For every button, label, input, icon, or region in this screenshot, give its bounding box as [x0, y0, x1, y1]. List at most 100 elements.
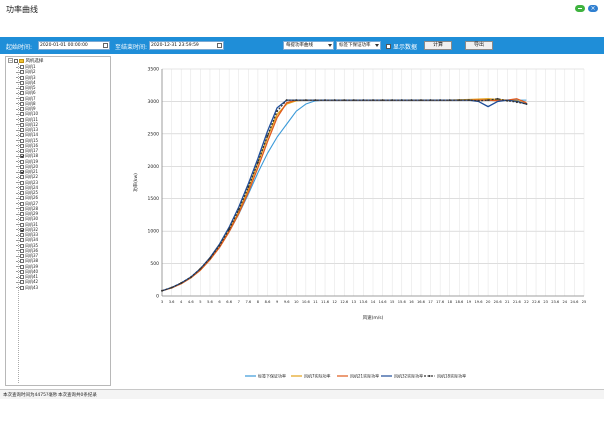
x-tick-label: 20 — [486, 300, 491, 304]
turbine-label: 风机19 — [25, 158, 39, 164]
x-tick-label: 10.6 — [302, 300, 311, 304]
tree-item-turbine[interactable]: 风机23 — [16, 180, 38, 185]
turbine-checkbox[interactable] — [20, 285, 24, 290]
tree-item-turbine[interactable]: 风机40 — [16, 269, 38, 274]
close-button[interactable]: × — [588, 5, 598, 12]
turbine-label: 风机32 — [25, 226, 39, 232]
tree-item-turbine[interactable]: 风机31 — [16, 222, 38, 227]
series-point — [352, 99, 355, 102]
tree-item-turbine[interactable]: 风机20 — [16, 164, 38, 169]
tree-item-turbine[interactable]: 风机32 — [16, 227, 38, 232]
export-button[interactable]: 导出 — [465, 41, 493, 50]
baseline-curve-select[interactable]: 标签下保证功率 — [336, 41, 381, 50]
tree-item-turbine[interactable]: 风机27 — [16, 201, 38, 206]
turbine-label: 风机12 — [25, 121, 39, 127]
turbine-label: 风机26 — [25, 195, 39, 201]
show-data-checkbox[interactable] — [386, 44, 391, 49]
series-point — [199, 267, 202, 270]
turbine-label: 风机39 — [25, 263, 39, 269]
tree-item-turbine[interactable]: 风机2 — [16, 69, 36, 75]
x-tick-label: 3.6 — [169, 300, 175, 304]
tree-item-turbine[interactable]: 风机22 — [16, 174, 38, 180]
turbine-label: 风机2 — [25, 69, 36, 75]
tree-item-turbine[interactable]: 风机26 — [16, 195, 39, 201]
series-point — [170, 286, 173, 289]
tree-item-turbine[interactable]: 风机43 — [16, 285, 38, 290]
tree-item-turbine[interactable]: 风机38 — [16, 258, 39, 264]
turbine-label: 风机43 — [25, 284, 39, 290]
tree-item-turbine[interactable]: 风机10 — [16, 111, 38, 117]
y-tick-label: 2000 — [148, 164, 160, 170]
tree-item-turbine[interactable]: 风机16 — [16, 143, 38, 148]
x-tick-label: 6.6 — [226, 300, 232, 304]
start-time-label: 起始时间: — [6, 44, 33, 51]
y-tick-label: 1500 — [148, 196, 160, 202]
x-tick-label: 8.6 — [265, 300, 271, 304]
turbine-label: 风机36 — [25, 247, 39, 253]
minimize-button[interactable] — [575, 5, 585, 12]
tree-item-turbine[interactable]: 风机34 — [16, 237, 38, 243]
series-point — [525, 103, 528, 106]
x-tick-label: 17.6 — [436, 300, 445, 304]
x-tick-label: 5.6 — [207, 300, 213, 304]
tree-item-turbine[interactable]: 风机28 — [16, 206, 38, 211]
turbine-label: 风机4 — [25, 79, 36, 85]
series-point — [467, 99, 470, 102]
x-tick-label: 23.6 — [551, 300, 560, 304]
calendar-icon[interactable] — [217, 43, 222, 48]
x-tick-label: 15.6 — [398, 300, 407, 304]
x-tick-label: 13.6 — [359, 300, 368, 304]
x-tick-label: 8 — [257, 300, 260, 304]
x-tick-label: 21 — [505, 300, 510, 304]
legend-label: 标签下保证功率 — [258, 373, 286, 379]
x-tick-label: 19.6 — [474, 300, 483, 304]
tree-item-turbine[interactable]: 风机19 — [16, 159, 38, 164]
x-tick-label: 6 — [218, 300, 221, 304]
turbine-label: 风机40 — [25, 268, 39, 274]
tree-item-turbine[interactable]: 风机8 — [16, 101, 36, 106]
tree-item-turbine[interactable]: 风机18 — [16, 153, 38, 159]
folder-icon — [19, 58, 24, 63]
x-tick-label: 11.6 — [321, 300, 330, 304]
calendar-icon[interactable] — [103, 43, 108, 48]
tree-item-turbine[interactable]: 风机6 — [16, 90, 36, 96]
end-time-value: 2020-12-31 23:59:59 — [151, 43, 199, 48]
series-point — [180, 282, 183, 285]
end-time-picker[interactable]: 2020-12-31 23:59:59 — [149, 41, 224, 50]
tree-item-turbine[interactable]: 风机14 — [16, 132, 39, 138]
tree-root-checkbox[interactable] — [14, 58, 18, 63]
y-tick-label: 0 — [156, 294, 159, 300]
tree-item-turbine[interactable]: 风机7 — [16, 96, 36, 101]
turbine-tree-panel: − 风机选择 风机1 风机2 风机3 风机4 风机5 风机6 风机7 风机8 风机9 风机10 风机… — [5, 56, 111, 386]
x-tick-label: 20.6 — [494, 300, 503, 304]
x-tick-label: 15 — [390, 300, 395, 304]
tree-item-turbine[interactable]: 风机39 — [16, 264, 38, 269]
legend-label: 风机7实际功率 — [304, 373, 331, 379]
calculate-button[interactable]: 计算 — [424, 41, 452, 50]
curve-type-select[interactable]: 每提功率曲线 — [283, 41, 334, 50]
tree-item-turbine[interactable]: 风机36 — [16, 248, 38, 253]
start-time-picker[interactable]: 2020-01-01 00:00:00 — [38, 41, 110, 50]
tree-item-turbine[interactable]: 风机3 — [16, 75, 36, 80]
turbine-label: 风机38 — [25, 258, 39, 264]
tree-item-turbine[interactable]: 风机11 — [16, 117, 38, 122]
x-tick-label: 10 — [294, 300, 299, 304]
x-tick-label: 14.6 — [379, 300, 388, 304]
baseline-curve-value: 标签下保证功率 — [339, 43, 371, 48]
collapse-icon[interactable]: − — [8, 58, 13, 63]
turbine-label: 风机14 — [25, 132, 39, 138]
window-title: 功率曲线 — [6, 5, 38, 14]
tree-item-turbine[interactable]: 风机35 — [16, 243, 38, 248]
power-curve-chart: 0 500 1000 1500 2000 2500 3000 3500 3 3.6 4 4.6 5 5.6… — [113, 56, 599, 386]
tree-item-turbine[interactable]: 风机4 — [16, 80, 36, 85]
end-time-label: 至结束时间: — [115, 44, 148, 51]
tree-item-turbine[interactable]: 风机15 — [16, 138, 38, 143]
tree-item-turbine[interactable]: 风机24 — [16, 185, 38, 190]
x-tick-label: 22 — [524, 300, 529, 304]
legend-label: 风机18实际功率 — [437, 373, 466, 379]
tree-item-turbine[interactable]: 风机30 — [16, 216, 38, 222]
x-tick-label: 4.6 — [188, 300, 194, 304]
tree-item-turbine[interactable]: 风机12 — [16, 122, 38, 127]
tree-item-turbine[interactable]: 风机42 — [16, 279, 38, 285]
series-point — [410, 99, 413, 102]
